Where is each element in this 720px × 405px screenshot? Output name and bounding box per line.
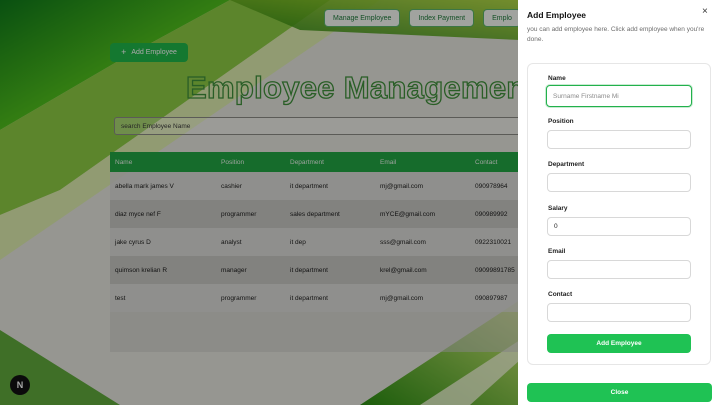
salary-label: Salary: [548, 205, 568, 212]
name-label: Name: [548, 75, 566, 82]
position-label: Position: [548, 118, 574, 125]
contact-field[interactable]: [547, 303, 691, 322]
close-panel-button[interactable]: Close: [527, 383, 712, 402]
panel-description: you can add employee here. Click add emp…: [527, 26, 705, 43]
department-label: Department: [548, 161, 585, 168]
salary-field[interactable]: [547, 217, 691, 236]
email-label: Email: [548, 248, 566, 255]
email-field[interactable]: [547, 260, 691, 279]
contact-label: Contact: [548, 291, 573, 298]
name-field[interactable]: [546, 85, 692, 107]
department-field[interactable]: [547, 173, 691, 192]
panel-title: Add Employee: [527, 10, 587, 20]
position-field[interactable]: [547, 130, 691, 149]
close-icon[interactable]: ×: [702, 6, 708, 17]
add-employee-submit-button[interactable]: Add Employee: [547, 334, 691, 353]
